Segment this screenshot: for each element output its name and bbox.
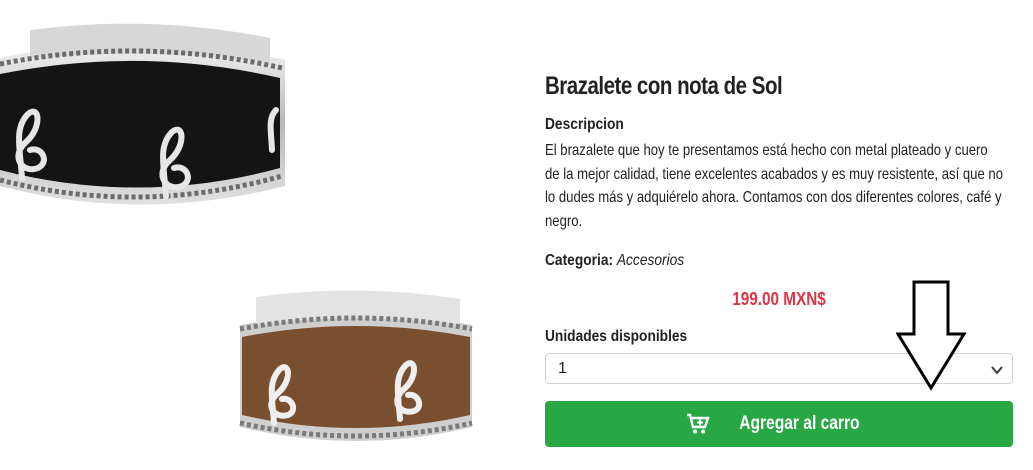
category-label: Categoria:	[545, 252, 614, 269]
units-label: Unidades disponibles	[545, 328, 688, 345]
product-title: Brazalete con nota de Sol	[545, 72, 783, 100]
description-heading: Descripcion	[545, 116, 624, 133]
down-arrow-icon	[896, 280, 967, 391]
black-bracelet-image[interactable]	[0, 18, 290, 218]
product-images	[0, 0, 530, 470]
brown-bracelet-image[interactable]	[236, 285, 476, 450]
description-text: El brazalete que hoy te presentamos está…	[545, 142, 1004, 230]
category-line: Categoria: Accesorios	[545, 252, 684, 270]
chevron-down-icon	[991, 366, 1003, 375]
price-value: 199.00 MXN$	[732, 289, 826, 309]
cart-plus-icon	[686, 413, 710, 434]
add-to-cart-button[interactable]: Agregar al carro	[545, 401, 1013, 447]
category-value: Accesorios	[616, 252, 685, 269]
units-selected-value: 1	[558, 359, 567, 377]
add-to-cart-label: Agregar al carro	[738, 413, 860, 434]
